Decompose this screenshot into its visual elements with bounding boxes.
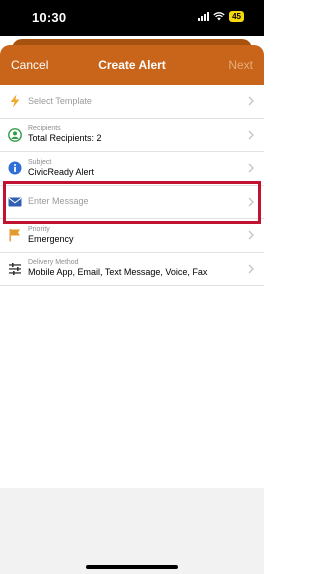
bottom-area bbox=[0, 488, 264, 574]
select-template-label: Select Template bbox=[28, 95, 92, 106]
delivery-method-value: Mobile App, Email, Text Message, Voice, … bbox=[28, 267, 208, 278]
highlight-box bbox=[3, 181, 261, 224]
next-button[interactable]: Next bbox=[228, 58, 253, 72]
chevron-right-icon bbox=[248, 163, 254, 173]
status-bar: 10:30 45 bbox=[0, 0, 264, 36]
flag-icon bbox=[8, 228, 22, 242]
wifi-icon bbox=[213, 12, 225, 21]
home-indicator bbox=[86, 565, 178, 569]
row-recipients[interactable]: Recipients Total Recipients: 2 bbox=[0, 119, 264, 152]
status-time: 10:30 bbox=[32, 10, 67, 25]
priority-caption: Priority bbox=[28, 225, 50, 233]
battery-icon: 45 bbox=[229, 11, 244, 22]
lightning-icon bbox=[8, 94, 22, 108]
subject-caption: Subject bbox=[28, 158, 52, 166]
priority-value: Emergency bbox=[28, 233, 74, 244]
row-delivery-method[interactable]: Delivery Method Mobile App, Email, Text … bbox=[0, 253, 264, 286]
signal-icon bbox=[198, 12, 210, 21]
recipients-icon bbox=[8, 127, 22, 142]
subject-value: CivicReady Alert bbox=[28, 166, 95, 177]
recipients-caption: Recipients bbox=[28, 125, 61, 133]
chevron-right-icon bbox=[248, 264, 254, 274]
status-icons: 45 bbox=[198, 11, 244, 22]
chevron-right-icon bbox=[248, 96, 254, 106]
sliders-icon bbox=[8, 262, 22, 276]
nav-bar: Cancel Create Alert Next bbox=[0, 45, 264, 85]
chevron-right-icon bbox=[248, 230, 254, 240]
row-select-template[interactable]: Select Template bbox=[0, 85, 264, 119]
row-priority[interactable]: Priority Emergency bbox=[0, 219, 264, 253]
recipients-value: Total Recipients: 2 bbox=[28, 133, 102, 144]
chevron-right-icon bbox=[248, 130, 254, 140]
delivery-method-caption: Delivery Method bbox=[28, 259, 79, 267]
info-icon bbox=[8, 161, 22, 175]
page-title: Create Alert bbox=[98, 58, 166, 72]
